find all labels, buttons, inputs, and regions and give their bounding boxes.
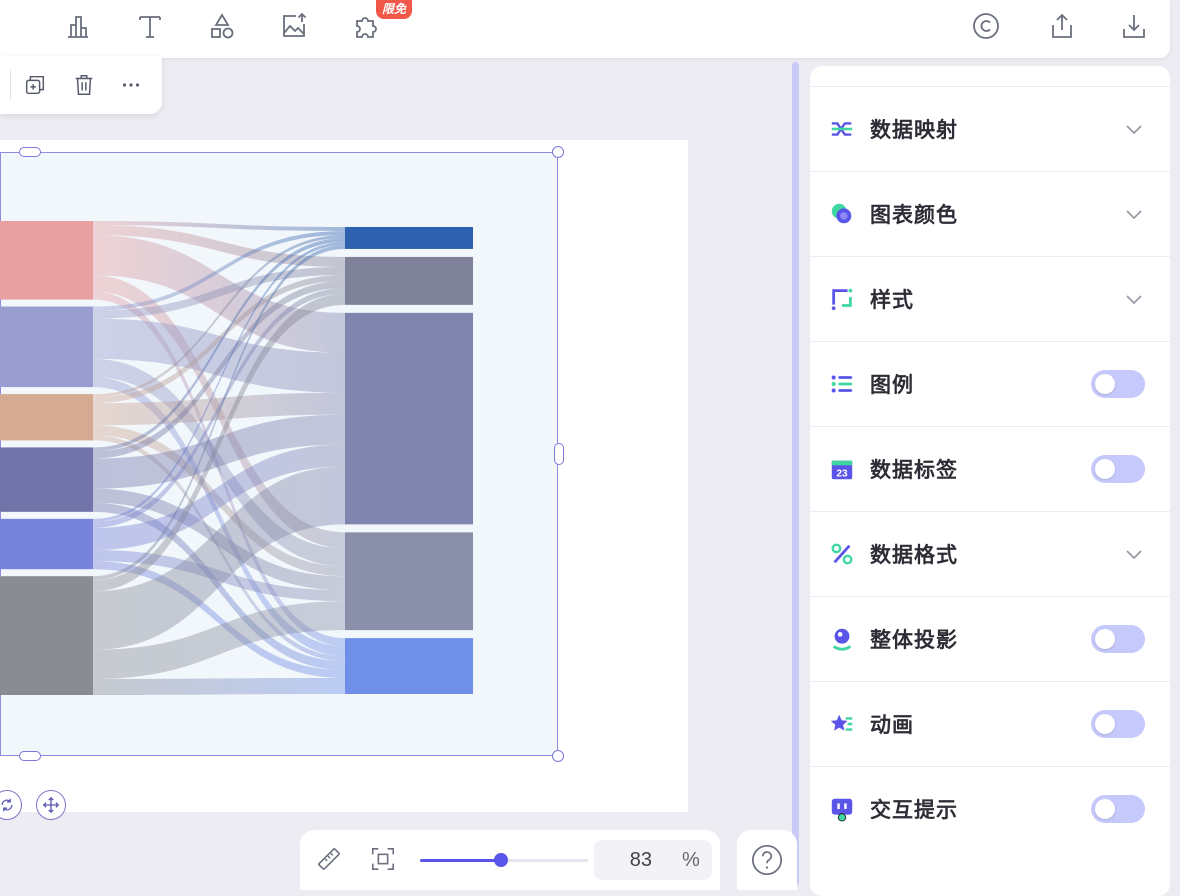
- bar-chart-icon[interactable]: [60, 8, 96, 44]
- share-icon[interactable]: [1044, 8, 1080, 44]
- help-button[interactable]: [737, 830, 797, 890]
- panel-scrollbar[interactable]: [792, 62, 799, 886]
- resize-handle-right[interactable]: [554, 443, 564, 465]
- sankey-source-node: [0, 447, 93, 512]
- toolbar-divider: [10, 70, 11, 100]
- svg-text:23: 23: [836, 468, 848, 479]
- panel-row-label: 整体投影: [870, 629, 958, 652]
- sankey-target-node: [345, 312, 473, 525]
- toggle-knob: [1095, 459, 1115, 479]
- panel-row-animation[interactable]: 动画: [810, 681, 1170, 766]
- panel-row-style[interactable]: 样式: [810, 256, 1170, 341]
- chevron-down-icon[interactable]: [1122, 287, 1146, 311]
- panel-row-label: 动画: [870, 714, 914, 737]
- panel-row-data-format[interactable]: 数据格式: [810, 511, 1170, 596]
- panel-row-shadow[interactable]: 整体投影: [810, 596, 1170, 681]
- style-icon: [828, 285, 856, 313]
- resize-handle-bottom[interactable]: [19, 751, 41, 761]
- data-label-icon: 23: [828, 455, 856, 483]
- top-toolbar: 限免: [0, 0, 1170, 58]
- copyright-icon[interactable]: [968, 8, 1004, 44]
- toggle-knob: [1095, 629, 1115, 649]
- animation-toggle[interactable]: [1091, 710, 1145, 738]
- animation-icon: [828, 710, 856, 738]
- panel-row-label: 图例: [870, 374, 914, 397]
- resize-handle-bottom-right[interactable]: [552, 750, 564, 762]
- toggle-knob: [1095, 799, 1115, 819]
- shapes-icon[interactable]: [204, 8, 240, 44]
- panel-row-label: 交互提示: [870, 799, 958, 822]
- sankey-link: [93, 678, 345, 695]
- tooltip-icon: [828, 795, 856, 823]
- zoom-input[interactable]: 83 %: [594, 840, 712, 880]
- panel-row-label: 样式: [870, 289, 914, 312]
- data-mapping-icon: [828, 115, 856, 143]
- shadow-icon: [828, 625, 856, 653]
- sankey-source-node: [0, 394, 93, 441]
- panel-row-data-mapping[interactable]: 数据映射: [810, 86, 1170, 171]
- sankey-source-node: [0, 306, 93, 388]
- sankey-target-node: [345, 532, 473, 631]
- panel-row-label: 数据映射: [870, 119, 958, 142]
- sankey-target-node: [345, 227, 473, 249]
- delete-icon[interactable]: [69, 70, 99, 100]
- ruler-icon[interactable]: [314, 844, 344, 874]
- data-label-toggle[interactable]: [1091, 455, 1145, 483]
- panel-row-label: 图表颜色: [870, 204, 958, 227]
- more-icon[interactable]: [116, 70, 146, 100]
- zoom-slider-fill: [420, 859, 501, 862]
- panel-row-label: 数据格式: [870, 544, 958, 567]
- resize-handle-top[interactable]: [19, 147, 41, 157]
- sankey-target-node: [345, 256, 473, 305]
- chevron-down-icon[interactable]: [1122, 542, 1146, 566]
- fit-screen-icon[interactable]: [368, 844, 398, 874]
- panel-row-chart-color[interactable]: 图表颜色: [810, 171, 1170, 256]
- legend-icon: [828, 370, 856, 398]
- zoom-bar: 83 %: [300, 830, 720, 890]
- image-upload-icon[interactable]: [276, 8, 312, 44]
- text-icon[interactable]: [132, 8, 168, 44]
- panel-row-label: 数据标签: [870, 459, 958, 482]
- free-badge: 限免: [376, 0, 413, 19]
- help-icon: [751, 844, 783, 876]
- sankey-chart: [0, 221, 473, 695]
- data-format-icon: [828, 540, 856, 568]
- panel-row-tooltip[interactable]: 交互提示: [810, 766, 1170, 851]
- sankey-source-node: [0, 576, 93, 695]
- panel-row-data-label[interactable]: 23 数据标签: [810, 426, 1170, 511]
- chevron-down-icon[interactable]: [1122, 202, 1146, 226]
- zoom-value[interactable]: 83: [594, 849, 652, 872]
- legend-toggle[interactable]: [1091, 370, 1145, 398]
- move-button[interactable]: [36, 790, 66, 820]
- toggle-knob: [1095, 374, 1115, 394]
- element-toolbar: [0, 56, 162, 114]
- download-icon[interactable]: [1116, 8, 1152, 44]
- sankey-source-node: [0, 518, 93, 570]
- toggle-knob: [1095, 714, 1115, 734]
- properties-panel: 数据映射 图表颜色 样式 图例 23 数据标签 数据格式 整体投影 动画 交互提…: [810, 66, 1170, 896]
- sankey-target-node: [345, 638, 473, 694]
- chevron-down-icon[interactable]: [1122, 117, 1146, 141]
- zoom-slider[interactable]: [420, 853, 588, 867]
- sankey-source-node: [0, 221, 93, 300]
- zoom-slider-thumb[interactable]: [493, 853, 508, 867]
- shadow-toggle[interactable]: [1091, 625, 1145, 653]
- panel-row-legend[interactable]: 图例: [810, 341, 1170, 426]
- tooltip-toggle[interactable]: [1091, 795, 1145, 823]
- chart-color-icon: [828, 200, 856, 228]
- zoom-unit: %: [682, 849, 700, 871]
- duplicate-icon[interactable]: [20, 70, 50, 100]
- resize-handle-top-right[interactable]: [552, 146, 564, 158]
